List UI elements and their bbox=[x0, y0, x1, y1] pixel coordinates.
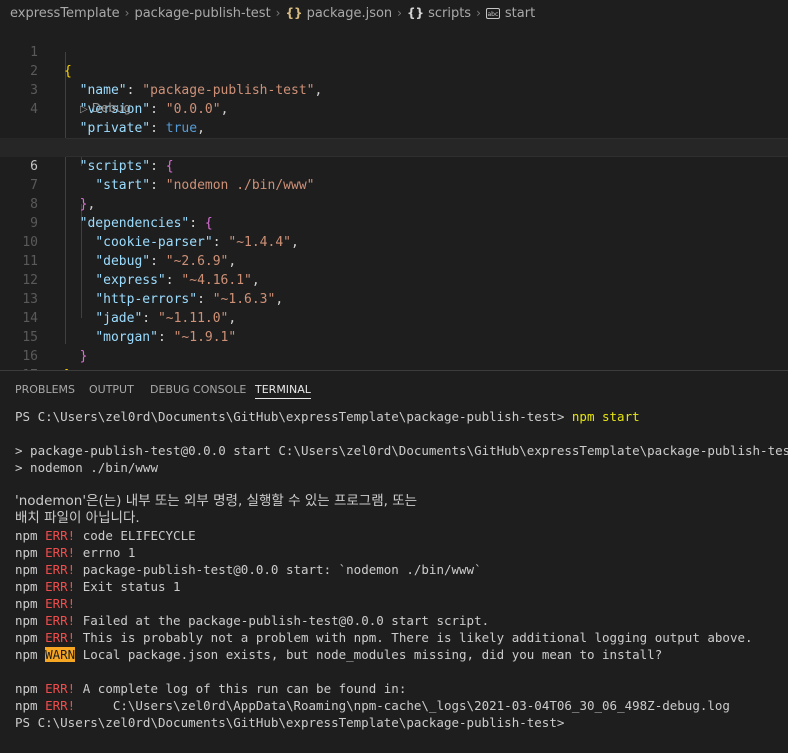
npm-label: npm bbox=[15, 630, 38, 645]
terminal-line: npm ERR! bbox=[15, 595, 785, 612]
terminal-line: npm ERR! package-publish-test@0.0.0 star… bbox=[15, 561, 785, 578]
terminal-line: npm ERR! C:\Users\zel0rd\AppData\Roaming… bbox=[15, 697, 785, 714]
err-tag: ERR! bbox=[45, 613, 76, 628]
line-number: 4 bbox=[30, 102, 38, 117]
err-text: errno 1 bbox=[82, 545, 136, 560]
terminal-prompt: PS C:\Users\zel0rd\Documents\GitHub\expr… bbox=[15, 409, 565, 424]
breadcrumb-item-folder[interactable]: expressTemplate bbox=[10, 6, 120, 21]
bottom-panel: PROBLEMS OUTPUT DEBUG CONSOLE TERMINAL P… bbox=[0, 370, 788, 753]
chevron-right-icon: › bbox=[476, 6, 481, 20]
err-tag: ERR! bbox=[45, 630, 76, 645]
terminal-line: npm ERR! Failed at the package-publish-t… bbox=[15, 612, 785, 629]
tab-problems[interactable]: PROBLEMS bbox=[15, 383, 75, 405]
npm-label: npm bbox=[15, 647, 38, 662]
code-line[interactable]: 12 "http-errors": "~1.6.3", bbox=[0, 252, 788, 307]
terminal-line: 배치 파일이 아닙니다. bbox=[15, 510, 140, 526]
breadcrumb-item-subfolder[interactable]: package-publish-test bbox=[134, 6, 270, 21]
code-line[interactable]: 8 "dependencies": { bbox=[0, 176, 788, 231]
npm-label: npm bbox=[15, 698, 38, 713]
terminal-line: > nodemon ./bin/www bbox=[15, 460, 158, 475]
tab-output[interactable]: OUTPUT bbox=[89, 383, 134, 405]
warn-text: Local package.json exists, but node_modu… bbox=[82, 647, 663, 662]
terminal-line: npm ERR! code ELIFECYCLE bbox=[15, 527, 785, 544]
debug-codelens[interactable]: ▷ Debug bbox=[80, 100, 131, 117]
err-text: Failed at the package-publish-test@0.0.0… bbox=[82, 613, 490, 628]
debug-codelens-label: Debug bbox=[91, 101, 132, 115]
code-line[interactable]: 4 "private": true, bbox=[0, 81, 788, 136]
npm-label: npm bbox=[15, 528, 38, 543]
code-line[interactable]: 7 }, bbox=[0, 157, 788, 212]
code-line[interactable]: 1 { bbox=[0, 24, 788, 79]
code-line[interactable]: 15 } bbox=[0, 309, 788, 364]
string-symbol-icon: abc bbox=[485, 7, 500, 19]
terminal-line: PS C:\Users\zel0rd\Documents\GitHub\expr… bbox=[15, 715, 565, 730]
code-line[interactable]: 9 "cookie-parser": "~1.4.4", bbox=[0, 195, 788, 250]
npm-label: npm bbox=[15, 579, 38, 594]
code-line[interactable]: 5 "scripts": { bbox=[0, 119, 788, 174]
code-line[interactable]: 2 "name": "package-publish-test", bbox=[0, 43, 788, 98]
err-tag: ERR! bbox=[45, 579, 76, 594]
terminal-line: PS C:\Users\zel0rd\Documents\GitHub\expr… bbox=[15, 408, 785, 425]
terminal-line: npm ERR! This is probably not a problem … bbox=[15, 629, 785, 646]
npm-label: npm bbox=[15, 596, 38, 611]
terminal-line: > package-publish-test@0.0.0 start C:\Us… bbox=[15, 443, 788, 458]
terminal-line: npm ERR! A complete log of this run can … bbox=[15, 680, 785, 697]
code-line-current[interactable]: 6 "start": "nodemon ./bin/www" bbox=[0, 138, 788, 193]
code-line[interactable]: 13 "jade": "~1.11.0", bbox=[0, 271, 788, 326]
err-text: This is probably not a problem with npm.… bbox=[82, 630, 753, 645]
code-line[interactable]: 16 } bbox=[0, 328, 788, 383]
err-tag: ERR! bbox=[45, 596, 76, 611]
terminal-line: npm ERR! errno 1 bbox=[15, 544, 785, 561]
npm-label: npm bbox=[15, 613, 38, 628]
panel-tabs: PROBLEMS OUTPUT DEBUG CONSOLE TERMINAL bbox=[0, 371, 788, 407]
breadcrumb: expressTemplate › package-publish-test ›… bbox=[0, 0, 788, 26]
err-tag: ERR! bbox=[45, 681, 76, 696]
err-tag: ERR! bbox=[45, 545, 76, 560]
json-file-icon: {} bbox=[285, 6, 303, 20]
code-line[interactable]: 17 bbox=[0, 347, 788, 383]
chevron-right-icon: › bbox=[397, 6, 402, 20]
tab-terminal[interactable]: TERMINAL bbox=[255, 383, 311, 399]
code-editor[interactable]: 1 { 2 "name": "package-publish-test", 3 … bbox=[0, 24, 788, 383]
terminal-line: npm ERR! Exit status 1 bbox=[15, 578, 785, 595]
warn-tag: WARN bbox=[45, 647, 76, 662]
tab-debug-console[interactable]: DEBUG CONSOLE bbox=[150, 383, 246, 405]
err-tag: ERR! bbox=[45, 562, 76, 577]
chevron-right-icon: › bbox=[275, 6, 281, 20]
play-icon: ▷ bbox=[80, 104, 88, 115]
code-line[interactable]: 14 "morgan": "~1.9.1" bbox=[0, 290, 788, 345]
breadcrumb-item-file[interactable]: package.json bbox=[307, 6, 393, 21]
npm-label: npm bbox=[15, 545, 38, 560]
err-text: Exit status 1 bbox=[82, 579, 181, 594]
chevron-right-icon: › bbox=[124, 6, 130, 20]
err-text: package-publish-test@0.0.0 start: `nodem… bbox=[82, 562, 482, 577]
code-line[interactable]: 3 "version": "0.0.0", bbox=[0, 62, 788, 117]
err-tag: ERR! bbox=[45, 528, 76, 543]
err-text: A complete log of this run can be found … bbox=[82, 681, 407, 696]
err-text: code ELIFECYCLE bbox=[82, 528, 196, 543]
terminal-line: 'nodemon'은(는) 내부 또는 외부 명령, 실행할 수 있는 프로그램… bbox=[15, 493, 418, 509]
object-symbol-icon: {} bbox=[406, 6, 425, 20]
npm-label: npm bbox=[15, 681, 38, 696]
json-string: "0.0.0" bbox=[165, 102, 221, 117]
terminal-output[interactable]: PS C:\Users\zel0rd\Documents\GitHub\expr… bbox=[15, 408, 788, 731]
npm-label: npm bbox=[15, 562, 38, 577]
code-line[interactable]: 11 "express": "~4.16.1", bbox=[0, 233, 788, 288]
breadcrumb-item-scripts[interactable]: scripts bbox=[428, 6, 471, 21]
terminal-line: npm WARN Local package.json exists, but … bbox=[15, 646, 785, 663]
err-tag: ERR! bbox=[45, 698, 76, 713]
err-text: C:\Users\zel0rd\AppData\Roaming\npm-cach… bbox=[82, 698, 730, 713]
terminal-command: npm start bbox=[571, 409, 640, 424]
code-line[interactable]: 10 "debug": "~2.6.9", bbox=[0, 214, 788, 269]
breadcrumb-item-start[interactable]: start bbox=[505, 6, 535, 21]
